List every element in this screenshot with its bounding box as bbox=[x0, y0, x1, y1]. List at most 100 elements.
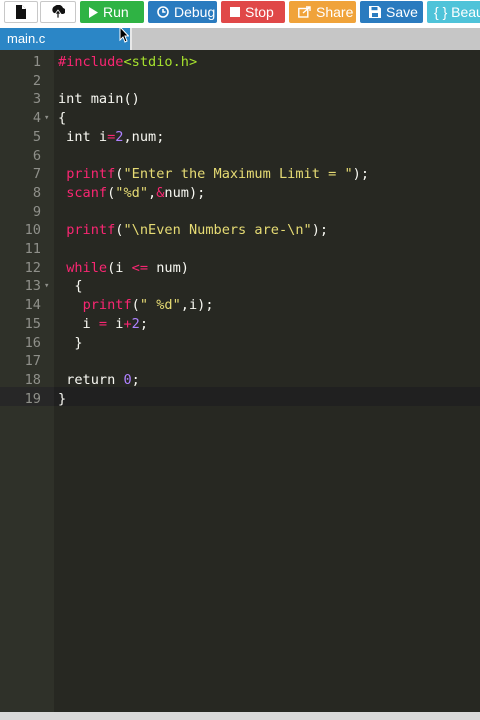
code-token: return bbox=[58, 371, 124, 388]
code-line: 13 ▾ { bbox=[0, 277, 480, 296]
code-token: ,num; bbox=[123, 128, 165, 145]
code-token: = bbox=[98, 315, 108, 332]
code-editor[interactable]: 1 #include<stdio.h> 2 3 int main() 4 ▾{5 int i… bbox=[0, 50, 480, 712]
fold-toggle-icon[interactable]: ▾ bbox=[44, 109, 54, 128]
line-number: 1 bbox=[32, 54, 41, 70]
code-line: 10 printf("\nEven Numbers are-\n"); bbox=[0, 221, 480, 240]
line-number: 18 bbox=[24, 371, 41, 388]
play-icon bbox=[89, 6, 98, 18]
code-text: int i=2,num; bbox=[58, 128, 164, 147]
run-label: Run bbox=[103, 4, 129, 20]
code-token: 0 bbox=[123, 371, 132, 388]
code-text: } bbox=[58, 334, 83, 353]
line-number: 9 bbox=[32, 203, 41, 220]
stop-button[interactable]: Stop bbox=[221, 1, 285, 23]
upload-button[interactable] bbox=[40, 1, 76, 23]
code-line: 1 #include<stdio.h> bbox=[0, 53, 480, 72]
online-compiler-app: Run Debug Stop Share Save {} Beau main.… bbox=[0, 0, 480, 720]
line-number: 14 bbox=[24, 297, 41, 314]
code-token: ; bbox=[139, 315, 149, 332]
line-number: 8 bbox=[32, 184, 41, 201]
code-line: 2 bbox=[0, 72, 480, 91]
tab-divider bbox=[130, 28, 132, 50]
code-token: "Enter the Maximum Limit = " bbox=[123, 166, 353, 183]
line-number: 17 bbox=[24, 353, 41, 370]
code-line: 4 ▾{ bbox=[0, 109, 480, 128]
code-token: { bbox=[58, 110, 67, 127]
code-token: i bbox=[58, 315, 99, 332]
upload-icon bbox=[52, 5, 65, 19]
code-line: 15 i = i+2; bbox=[0, 315, 480, 334]
tab-main-c[interactable]: main.c bbox=[0, 28, 130, 50]
code-line: 6 bbox=[0, 147, 480, 166]
code-text: return 0; bbox=[58, 371, 140, 390]
debug-button[interactable]: Debug bbox=[148, 1, 217, 23]
save-button[interactable]: Save bbox=[360, 1, 423, 23]
code-line: 19} bbox=[0, 390, 480, 409]
code-token: , bbox=[148, 184, 157, 201]
debug-label: Debug bbox=[174, 4, 216, 20]
beautify-label: { } Beau bbox=[434, 4, 480, 20]
beautify-button[interactable]: { } Beau bbox=[427, 1, 480, 23]
code-line: 7 printf("Enter the Maximum Limit = "); bbox=[0, 165, 480, 184]
line-number: 3 bbox=[32, 91, 41, 108]
code-token: ,i); bbox=[180, 297, 214, 314]
toolbar: Run Debug Stop Share Save {} Beau bbox=[0, 0, 480, 26]
code-token: "%d" bbox=[115, 184, 149, 201]
code-text: { bbox=[58, 277, 83, 296]
code-line: 14 printf(" %d",i); bbox=[0, 296, 480, 315]
code-text: scanf("%d",&num); bbox=[58, 184, 205, 203]
code-line: 16 } bbox=[0, 334, 480, 353]
code-line: 8 scanf("%d",&num); bbox=[0, 184, 480, 203]
line-number: 5 bbox=[32, 128, 41, 145]
code-token: int main() bbox=[58, 91, 140, 108]
line-number: 19 bbox=[24, 390, 41, 407]
code-line: 9 bbox=[0, 203, 480, 222]
line-number: 15 bbox=[24, 315, 41, 332]
code-token: num); bbox=[164, 184, 206, 201]
code-token: printf bbox=[82, 297, 132, 314]
code-token: #include bbox=[58, 54, 124, 70]
fold-toggle-icon[interactable]: ▾ bbox=[44, 277, 54, 296]
code-text: #include<stdio.h> bbox=[58, 53, 197, 72]
line-number: 12 bbox=[24, 259, 41, 276]
code-token: <stdio.h> bbox=[123, 54, 198, 70]
code-text: int main() bbox=[58, 90, 140, 109]
tab-label: main.c bbox=[7, 31, 46, 46]
code-line: 3 int main() bbox=[0, 90, 480, 109]
line-number: 7 bbox=[32, 166, 41, 183]
code-token: num) bbox=[148, 259, 189, 276]
line-number: 10 bbox=[24, 222, 41, 239]
code-text: { bbox=[58, 109, 66, 128]
status-strip bbox=[0, 712, 480, 720]
share-label: Share bbox=[316, 4, 354, 20]
mouse-cursor-icon bbox=[119, 26, 129, 43]
code-text: printf(" %d",i); bbox=[58, 296, 214, 315]
code-token: "\nEven Numbers are-\n" bbox=[123, 222, 312, 239]
code-token: ); bbox=[311, 222, 329, 239]
file-icon bbox=[16, 5, 26, 19]
code-text: printf("\nEven Numbers are-\n"); bbox=[58, 221, 328, 240]
code-text: i = i+2; bbox=[58, 315, 149, 334]
code-token: i bbox=[107, 315, 124, 332]
share-icon bbox=[298, 6, 311, 18]
file-tab-bar: main.c bbox=[0, 28, 480, 51]
code-line: 12 while(i <= num) bbox=[0, 259, 480, 278]
run-button[interactable]: Run bbox=[80, 1, 144, 23]
code-line: 18 return 0; bbox=[0, 371, 480, 390]
code-line: 11 bbox=[0, 240, 480, 259]
code-text: } bbox=[58, 390, 66, 409]
code-token: { bbox=[58, 278, 83, 295]
new-file-button[interactable] bbox=[4, 1, 38, 23]
code-text: while(i <= num) bbox=[58, 259, 189, 278]
code-token: ); bbox=[352, 166, 370, 183]
code-token: } bbox=[58, 334, 83, 351]
line-number: 2 bbox=[32, 72, 41, 89]
code-token: } bbox=[58, 390, 67, 407]
line-number: 16 bbox=[24, 334, 41, 351]
share-button[interactable]: Share bbox=[289, 1, 356, 23]
code-token: 2 bbox=[131, 315, 140, 332]
code-token: ; bbox=[131, 371, 140, 388]
